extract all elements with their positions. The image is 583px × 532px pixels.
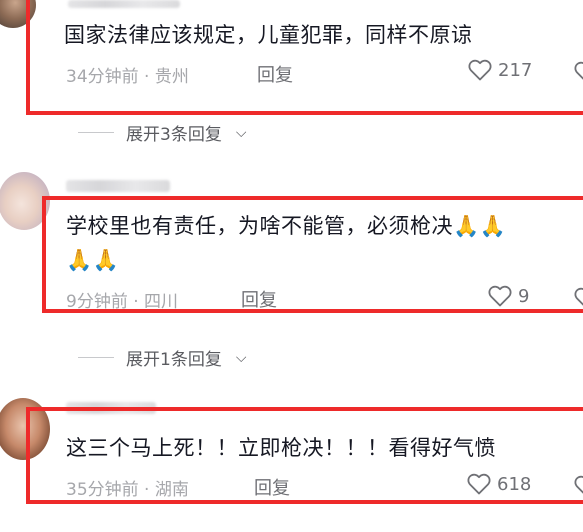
heart-outline-icon[interactable]: [574, 287, 583, 311]
highlight-box: [26, 0, 583, 115]
like-count: 618: [497, 473, 532, 495]
chevron-down-icon: ⌵: [235, 349, 247, 366]
avatar[interactable]: [0, 398, 50, 460]
heart-outline-icon: [468, 59, 492, 81]
username-blurred[interactable]: [66, 402, 156, 414]
like-count: 217: [498, 59, 533, 81]
comment-meta: 35分钟前 · 湖南: [66, 480, 189, 500]
comment-meta: 9分钟前 · 四川: [66, 292, 179, 312]
heart-outline-icon[interactable]: [574, 61, 583, 85]
divider-line: [78, 357, 114, 358]
reply-button[interactable]: 回复: [254, 474, 290, 500]
heart-outline-icon: [488, 285, 512, 307]
like-button[interactable]: 9: [488, 285, 529, 307]
reply-button[interactable]: 回复: [241, 286, 277, 312]
username-blurred[interactable]: [68, 0, 180, 8]
expand-replies-label: 展开1条回复: [126, 350, 222, 370]
heart-outline-icon: [467, 473, 491, 495]
like-button[interactable]: 618: [467, 473, 531, 495]
heart-outline-icon[interactable]: [574, 475, 583, 499]
username-blurred[interactable]: [66, 180, 170, 192]
expand-replies-button[interactable]: 展开1条回复 ⌵: [78, 345, 246, 370]
comment-text-continued: 🙏🙏: [66, 248, 120, 272]
reply-button[interactable]: 回复: [257, 61, 293, 87]
comment-meta: 34分钟前 · 贵州: [66, 67, 189, 87]
comment-text: 学校里也有责任，为啥不能管，必须枪决🙏🙏: [66, 214, 507, 238]
avatar[interactable]: [0, 172, 50, 230]
expand-replies-button[interactable]: 展开3条回复 ⌵: [78, 120, 246, 145]
avatar[interactable]: [0, 0, 36, 28]
comment-text: 国家法律应该规定，儿童犯罪，同样不原谅: [64, 23, 473, 47]
comment-text: 这三个马上死！！立即枪决！！！看得好气愤: [66, 436, 496, 460]
divider-line: [78, 132, 114, 133]
like-button[interactable]: 217: [468, 59, 532, 81]
chevron-down-icon: ⌵: [235, 124, 247, 141]
like-count: 9: [518, 285, 530, 307]
expand-replies-label: 展开3条回复: [126, 125, 222, 145]
